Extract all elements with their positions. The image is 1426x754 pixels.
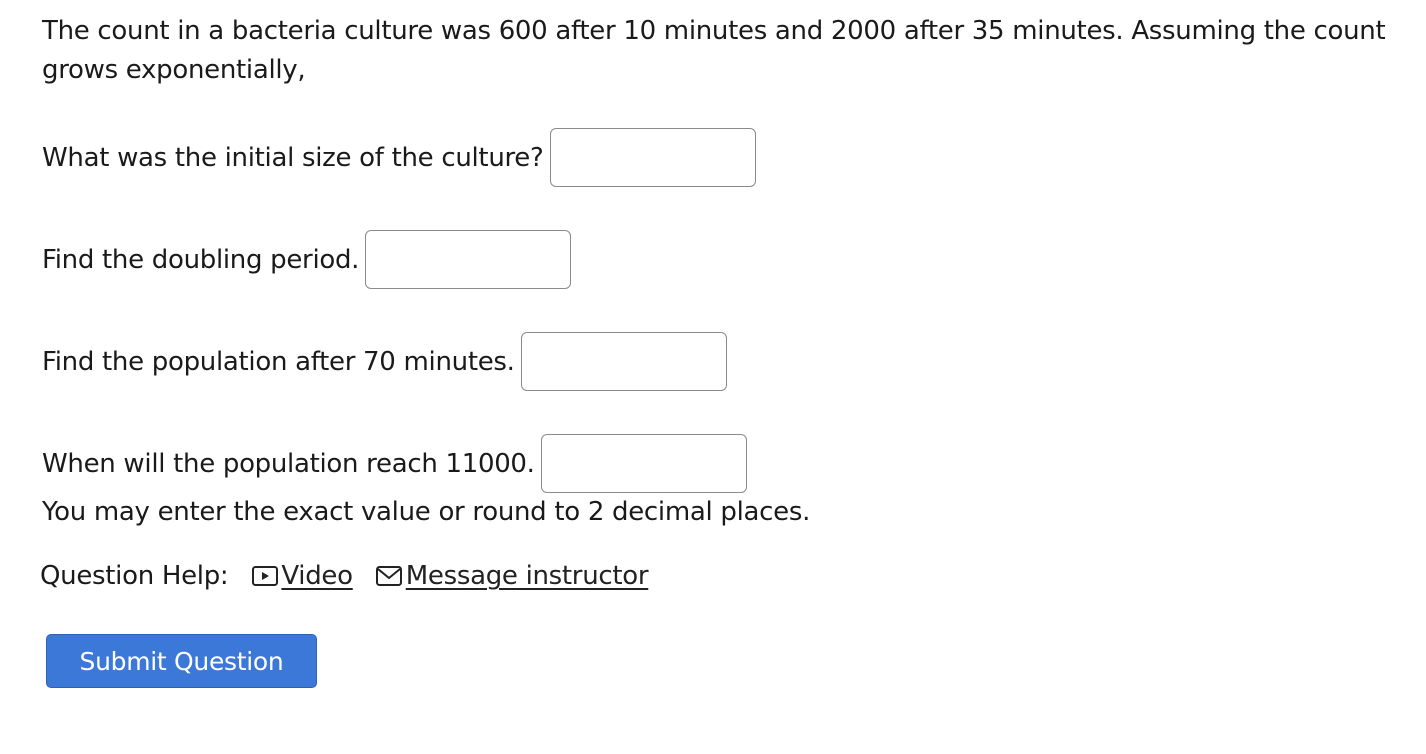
question-reach-11000: When will the population reach 11000. <box>42 434 747 493</box>
question-population-70: Find the population after 70 minutes. <box>42 332 727 391</box>
submit-question-button[interactable]: Submit Question <box>46 634 317 688</box>
video-link-label: Video <box>281 561 353 591</box>
problem-statement: The count in a bacteria culture was 600 … <box>42 16 1386 85</box>
reach-11000-input[interactable] <box>540 434 747 493</box>
initial-size-input[interactable] <box>549 128 756 187</box>
play-video-icon <box>252 566 279 586</box>
doubling-period-input[interactable] <box>365 230 572 289</box>
question-initial-size: What was the initial size of the culture… <box>42 128 756 187</box>
question-label: Find the doubling period. <box>42 244 360 275</box>
question-label: When will the population reach 11000. <box>42 448 535 479</box>
question-label: What was the initial size of the culture… <box>42 142 544 173</box>
question-help: Question Help: Video Message instructor <box>40 561 668 591</box>
question-label: Find the population after 70 minutes. <box>42 346 515 377</box>
video-link[interactable]: Video <box>250 561 353 591</box>
envelope-icon <box>375 566 402 586</box>
rounding-note: You may enter the exact value or round t… <box>42 497 811 527</box>
population-70-input[interactable] <box>520 332 727 391</box>
question-help-label: Question Help: <box>40 561 229 591</box>
question-doubling-period: Find the doubling period. <box>42 230 572 289</box>
message-instructor-link[interactable]: Message instructor <box>373 561 649 591</box>
message-instructor-label: Message instructor <box>405 561 649 591</box>
